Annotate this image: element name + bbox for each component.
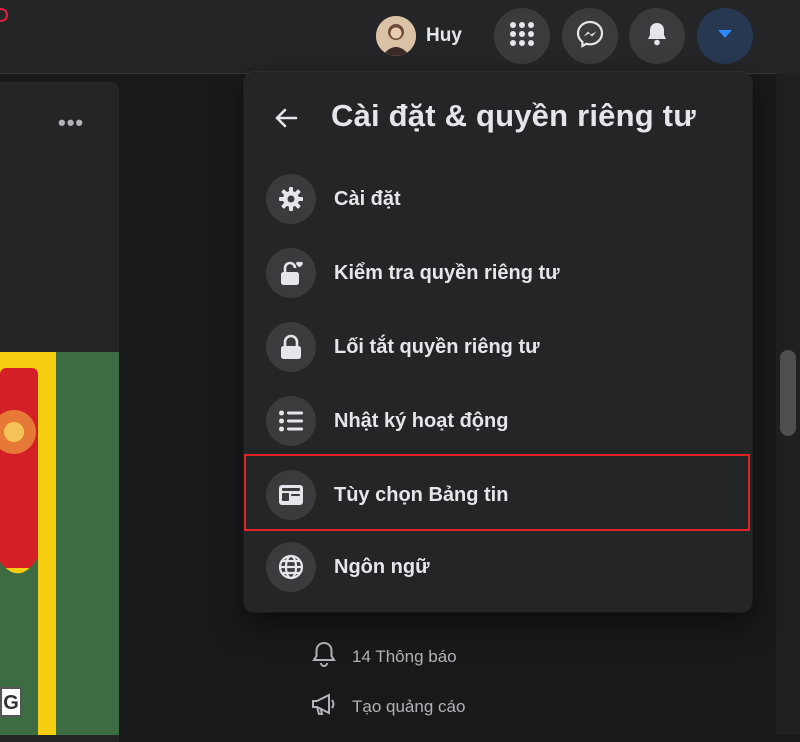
sidebar-item-create-ad[interactable]: Tạo quảng cáo xyxy=(310,690,465,723)
globe-icon xyxy=(266,542,316,592)
menu-item-label: Lối tắt quyền riêng tư xyxy=(334,335,540,358)
menu-item-label: Ngôn ngữ xyxy=(334,555,430,578)
post-image[interactable] xyxy=(0,352,119,735)
notifications-button[interactable] xyxy=(629,8,685,64)
menu-item-label: Cài đặt xyxy=(334,187,401,210)
menu-item-privacy-checkup[interactable]: Kiểm tra quyền riêng tư xyxy=(252,242,744,304)
menu-grid-icon xyxy=(508,20,536,53)
messenger-button[interactable] xyxy=(562,8,618,64)
sidebar-item-label: Tạo quảng cáo xyxy=(352,696,466,716)
menu-item-privacy-shortcuts[interactable]: Lối tắt quyền riêng tư xyxy=(252,316,744,378)
messenger-icon xyxy=(576,20,604,53)
back-button[interactable] xyxy=(266,100,306,140)
gear-icon xyxy=(266,174,316,224)
panel-header: Cài đặt & quyền riêng tư xyxy=(244,72,752,164)
highlight-box xyxy=(244,454,750,531)
arrow-left-icon xyxy=(274,107,298,134)
menu-item-label: Nhật ký hoạt động xyxy=(334,409,509,432)
megaphone-icon xyxy=(310,690,338,723)
menu-item-activity-log[interactable]: Nhật ký hoạt động xyxy=(252,390,744,452)
menu-item-language[interactable]: Ngôn ngữ xyxy=(252,536,744,598)
profile-name: Huy xyxy=(426,25,462,46)
caret-down-icon xyxy=(716,27,734,45)
post-badge-letter: G xyxy=(0,687,22,717)
panel-title: Cài đặt & quyền riêng tư xyxy=(331,98,696,133)
brand-logo-fragment[interactable] xyxy=(0,8,8,22)
lock-heart-icon xyxy=(266,248,316,298)
settings-privacy-panel: Cài đặt & quyền riêng tư Cài đặt Kiểm tr… xyxy=(244,72,752,612)
sidebar-item-label: 14 Thông báo xyxy=(352,646,457,666)
scrollbar-thumb[interactable] xyxy=(780,350,796,436)
list-icon xyxy=(266,396,316,446)
menu-item-label: Kiểm tra quyền riêng tư xyxy=(334,261,560,284)
avatar xyxy=(376,16,416,56)
bell-outline-icon xyxy=(310,640,338,673)
bell-icon xyxy=(644,21,670,52)
menu-button[interactable] xyxy=(494,8,550,64)
profile-shortcut[interactable]: Huy xyxy=(376,16,472,56)
top-navigation-bar: Huy xyxy=(0,0,800,74)
post-more-options-button[interactable]: ••• xyxy=(58,112,84,134)
account-menu-button[interactable] xyxy=(697,8,753,64)
sidebar-item-notifications[interactable]: 14 Thông báo xyxy=(310,640,457,673)
lock-icon xyxy=(266,322,316,372)
menu-item-settings[interactable]: Cài đặt xyxy=(252,168,744,230)
